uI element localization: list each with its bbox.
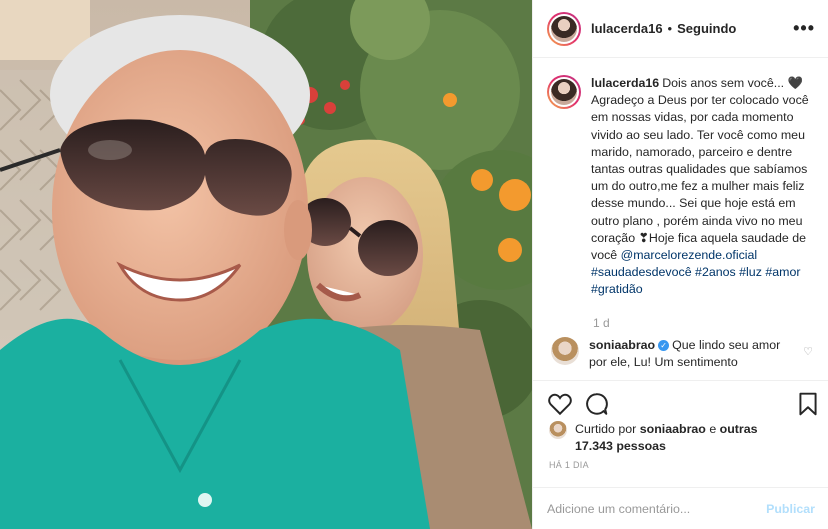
publish-button[interactable]: Publicar [766,502,815,516]
post-header: lulacerda16 • Seguindo ••• [533,0,828,58]
post-sidebar: lulacerda16 • Seguindo ••• lulacerda16 Do… [532,0,828,529]
post-timestamp[interactable]: HÁ 1 DIA [549,460,589,470]
author-avatar-image [551,15,577,42]
comment-item: soniaabrao ✓ Que lindo seu amor por ele, L… [551,337,821,371]
caption-username[interactable]: lulacerda16 [591,76,659,90]
comment-icon[interactable] [583,391,609,417]
author-username[interactable]: lulacerda16 [591,21,663,36]
heart-icon[interactable] [547,391,573,417]
hashtag-link[interactable]: #luz [739,265,762,279]
commenter-avatar[interactable] [551,337,579,365]
bookmark-icon[interactable] [795,391,821,417]
caption-text: lulacerda16 Dois anos sem você... 🖤 Agrad… [591,75,811,299]
caption: lulacerda16 Dois anos sem você... 🖤 Agrad… [547,75,817,299]
comment-text: soniaabrao ✓ Que lindo seu amor por ele, L… [589,337,789,371]
commenter-username[interactable]: soniaabrao [589,338,655,352]
likes-summary: Curtido por soniaabrao e outras 17.343 p… [549,421,775,455]
caption-avatar[interactable] [547,75,581,109]
separator-dot: • [667,21,673,36]
comment-input[interactable] [547,501,767,516]
likes-text: Curtido por soniaabrao e outras 17.343 p… [575,422,758,453]
comments-section[interactable]: lulacerda16 Dois anos sem você... 🖤 Agrad… [533,59,828,379]
more-options-icon[interactable]: ••• [793,18,815,39]
hashtag-link[interactable]: #gratidão [591,282,643,296]
caption-body: Dois anos sem você... 🖤 Agradeço a Deus … [591,76,809,263]
following-button[interactable]: Seguindo [677,21,736,36]
hashtag-link[interactable]: #saudadesdevocê [591,265,692,279]
post-photo[interactable] [0,0,532,529]
liker-avatar[interactable] [549,421,567,439]
verified-badge-icon: ✓ [658,340,670,352]
add-comment-bar: Publicar [533,487,828,529]
hashtag-link[interactable]: #amor [765,265,800,279]
post-actions: Curtido por soniaabrao e outras 17.343 p… [533,380,828,528]
action-icons [547,391,817,419]
comment-like-icon[interactable]: ♡ [803,345,813,358]
liker-username[interactable]: soniaabrao [640,422,706,436]
caption-time[interactable]: 1 d [593,316,610,330]
instagram-post-view: lulacerda16 • Seguindo ••• lulacerda16 Do… [0,0,828,529]
mention-link[interactable]: @marcelorezende.oficial [621,248,758,262]
selfie-image [0,0,532,529]
hashtag-link[interactable]: #2anos [695,265,736,279]
author-avatar[interactable] [547,11,581,46]
